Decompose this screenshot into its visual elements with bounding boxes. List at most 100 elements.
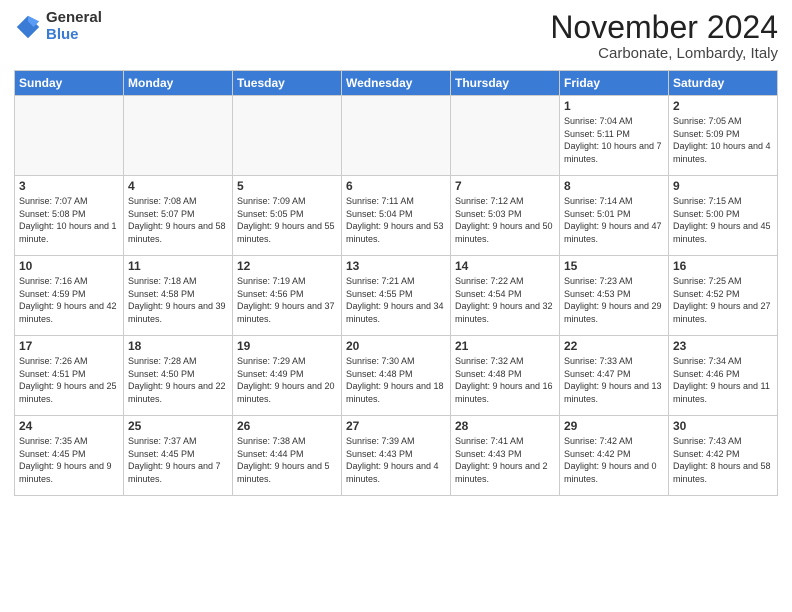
calendar-cell [15,96,124,176]
day-info: Sunrise: 7:12 AM Sunset: 5:03 PM Dayligh… [455,195,555,245]
day-number: 18 [128,339,228,353]
day-info: Sunrise: 7:30 AM Sunset: 4:48 PM Dayligh… [346,355,446,405]
day-number: 12 [237,259,337,273]
calendar-cell: 9Sunrise: 7:15 AM Sunset: 5:00 PM Daylig… [669,176,778,256]
calendar-cell: 29 Sunrise: 7:42 AM Sunset: 4:42 PM Dayli… [560,416,669,496]
day-info: Sunrise: 7:33 AM Sunset: 4:47 PM Dayligh… [564,355,664,405]
header-friday: Friday [560,71,669,96]
day-number: 14 [455,259,555,273]
day-info: Sunrise: 7:05 AM Sunset: 5:09 PM Dayligh… [673,115,773,165]
day-number: 22 [564,339,664,353]
day-number: 26 [237,419,337,433]
page: General Blue November 2024 Carbonate, Lo… [0,0,792,612]
day-info: Sunrise: 7:41 AM Sunset: 4:43 PM Dayligh… [455,435,555,485]
calendar-cell: 24 Sunrise: 7:35 AM Sunset: 4:45 PM Dayli… [15,416,124,496]
day-info: Sunrise: 7:39 AM Sunset: 4:43 PM Dayligh… [346,435,446,485]
calendar-cell: 27 Sunrise: 7:39 AM Sunset: 4:43 PM Dayli… [342,416,451,496]
day-number: 4 [128,179,228,193]
day-number: 2 [673,99,773,113]
day-number: 19 [237,339,337,353]
calendar-week-row: 24 Sunrise: 7:35 AM Sunset: 4:45 PM Dayli… [15,416,778,496]
day-number: 20 [346,339,446,353]
logo-blue-text: Blue [46,27,102,44]
calendar-cell: 1 Sunrise: 7:04 AM Sunset: 5:11 PM Daylig… [560,96,669,176]
day-number: 30 [673,419,773,433]
calendar-cell [451,96,560,176]
calendar-cell: 18 Sunrise: 7:28 AM Sunset: 4:50 PM Dayli… [124,336,233,416]
calendar-cell: 10 Sunrise: 7:16 AM Sunset: 4:59 PM Dayli… [15,256,124,336]
day-number: 11 [128,259,228,273]
day-number: 15 [564,259,664,273]
day-info: Sunrise: 7:25 AM Sunset: 4:52 PM Dayligh… [673,275,773,325]
calendar-cell: 5Sunrise: 7:09 AM Sunset: 5:05 PM Daylig… [233,176,342,256]
day-info: Sunrise: 7:42 AM Sunset: 4:42 PM Dayligh… [564,435,664,485]
calendar-header-row: Sunday Monday Tuesday Wednesday Thursday… [15,71,778,96]
calendar-cell: 23Sunrise: 7:34 AM Sunset: 4:46 PM Dayli… [669,336,778,416]
calendar-cell: 25Sunrise: 7:37 AM Sunset: 4:45 PM Dayli… [124,416,233,496]
day-info: Sunrise: 7:18 AM Sunset: 4:58 PM Dayligh… [128,275,228,325]
day-number: 23 [673,339,773,353]
calendar-week-row: 3Sunrise: 7:07 AM Sunset: 5:08 PM Daylig… [15,176,778,256]
day-number: 29 [564,419,664,433]
calendar-cell: 19Sunrise: 7:29 AM Sunset: 4:49 PM Dayli… [233,336,342,416]
calendar-cell: 8 Sunrise: 7:14 AM Sunset: 5:01 PM Daylig… [560,176,669,256]
calendar-cell: 20 Sunrise: 7:30 AM Sunset: 4:48 PM Dayli… [342,336,451,416]
calendar-cell: 3Sunrise: 7:07 AM Sunset: 5:08 PM Daylig… [15,176,124,256]
day-info: Sunrise: 7:22 AM Sunset: 4:54 PM Dayligh… [455,275,555,325]
day-number: 9 [673,179,773,193]
day-number: 24 [19,419,119,433]
day-info: Sunrise: 7:43 AM Sunset: 4:42 PM Dayligh… [673,435,773,485]
day-number: 25 [128,419,228,433]
logo-general-text: General [46,10,102,27]
calendar-cell: 7 Sunrise: 7:12 AM Sunset: 5:03 PM Daylig… [451,176,560,256]
header-tuesday: Tuesday [233,71,342,96]
calendar-week-row: 1 Sunrise: 7:04 AM Sunset: 5:11 PM Daylig… [15,96,778,176]
calendar-cell: 13Sunrise: 7:21 AM Sunset: 4:55 PM Dayli… [342,256,451,336]
calendar-cell: 12 Sunrise: 7:19 AM Sunset: 4:56 PM Dayli… [233,256,342,336]
day-number: 17 [19,339,119,353]
calendar-cell: 14 Sunrise: 7:22 AM Sunset: 4:54 PM Dayli… [451,256,560,336]
day-number: 7 [455,179,555,193]
logo: General Blue [14,10,102,43]
calendar-cell: 16 Sunrise: 7:25 AM Sunset: 4:52 PM Dayli… [669,256,778,336]
day-number: 8 [564,179,664,193]
day-info: Sunrise: 7:04 AM Sunset: 5:11 PM Dayligh… [564,115,664,165]
calendar-cell [124,96,233,176]
header-wednesday: Wednesday [342,71,451,96]
header-monday: Monday [124,71,233,96]
header-sunday: Sunday [15,71,124,96]
location: Carbonate, Lombardy, Italy [550,45,778,62]
day-info: Sunrise: 7:38 AM Sunset: 4:44 PM Dayligh… [237,435,337,485]
day-info: Sunrise: 7:14 AM Sunset: 5:01 PM Dayligh… [564,195,664,245]
calendar-table: Sunday Monday Tuesday Wednesday Thursday… [14,70,778,496]
calendar-cell [342,96,451,176]
calendar-cell: 2 Sunrise: 7:05 AM Sunset: 5:09 PM Daylig… [669,96,778,176]
day-number: 1 [564,99,664,113]
day-info: Sunrise: 7:16 AM Sunset: 4:59 PM Dayligh… [19,275,119,325]
header: General Blue November 2024 Carbonate, Lo… [14,10,778,62]
day-info: Sunrise: 7:28 AM Sunset: 4:50 PM Dayligh… [128,355,228,405]
calendar-cell: 4 Sunrise: 7:08 AM Sunset: 5:07 PM Daylig… [124,176,233,256]
calendar-cell: 30 Sunrise: 7:43 AM Sunset: 4:42 PM Dayli… [669,416,778,496]
day-number: 16 [673,259,773,273]
day-info: Sunrise: 7:35 AM Sunset: 4:45 PM Dayligh… [19,435,119,485]
title-block: November 2024 Carbonate, Lombardy, Italy [550,10,778,62]
day-number: 6 [346,179,446,193]
day-number: 3 [19,179,119,193]
day-number: 5 [237,179,337,193]
calendar-week-row: 17 Sunrise: 7:26 AM Sunset: 4:51 PM Dayli… [15,336,778,416]
day-number: 27 [346,419,446,433]
calendar-cell: 26 Sunrise: 7:38 AM Sunset: 4:44 PM Dayli… [233,416,342,496]
month-title: November 2024 [550,10,778,45]
logo-text: General Blue [46,10,102,43]
day-info: Sunrise: 7:08 AM Sunset: 5:07 PM Dayligh… [128,195,228,245]
day-number: 10 [19,259,119,273]
calendar-cell: 22 Sunrise: 7:33 AM Sunset: 4:47 PM Dayli… [560,336,669,416]
day-info: Sunrise: 7:26 AM Sunset: 4:51 PM Dayligh… [19,355,119,405]
logo-icon [14,13,42,41]
calendar-cell [233,96,342,176]
header-thursday: Thursday [451,71,560,96]
calendar-cell: 6Sunrise: 7:11 AM Sunset: 5:04 PM Daylig… [342,176,451,256]
day-info: Sunrise: 7:21 AM Sunset: 4:55 PM Dayligh… [346,275,446,325]
day-info: Sunrise: 7:19 AM Sunset: 4:56 PM Dayligh… [237,275,337,325]
